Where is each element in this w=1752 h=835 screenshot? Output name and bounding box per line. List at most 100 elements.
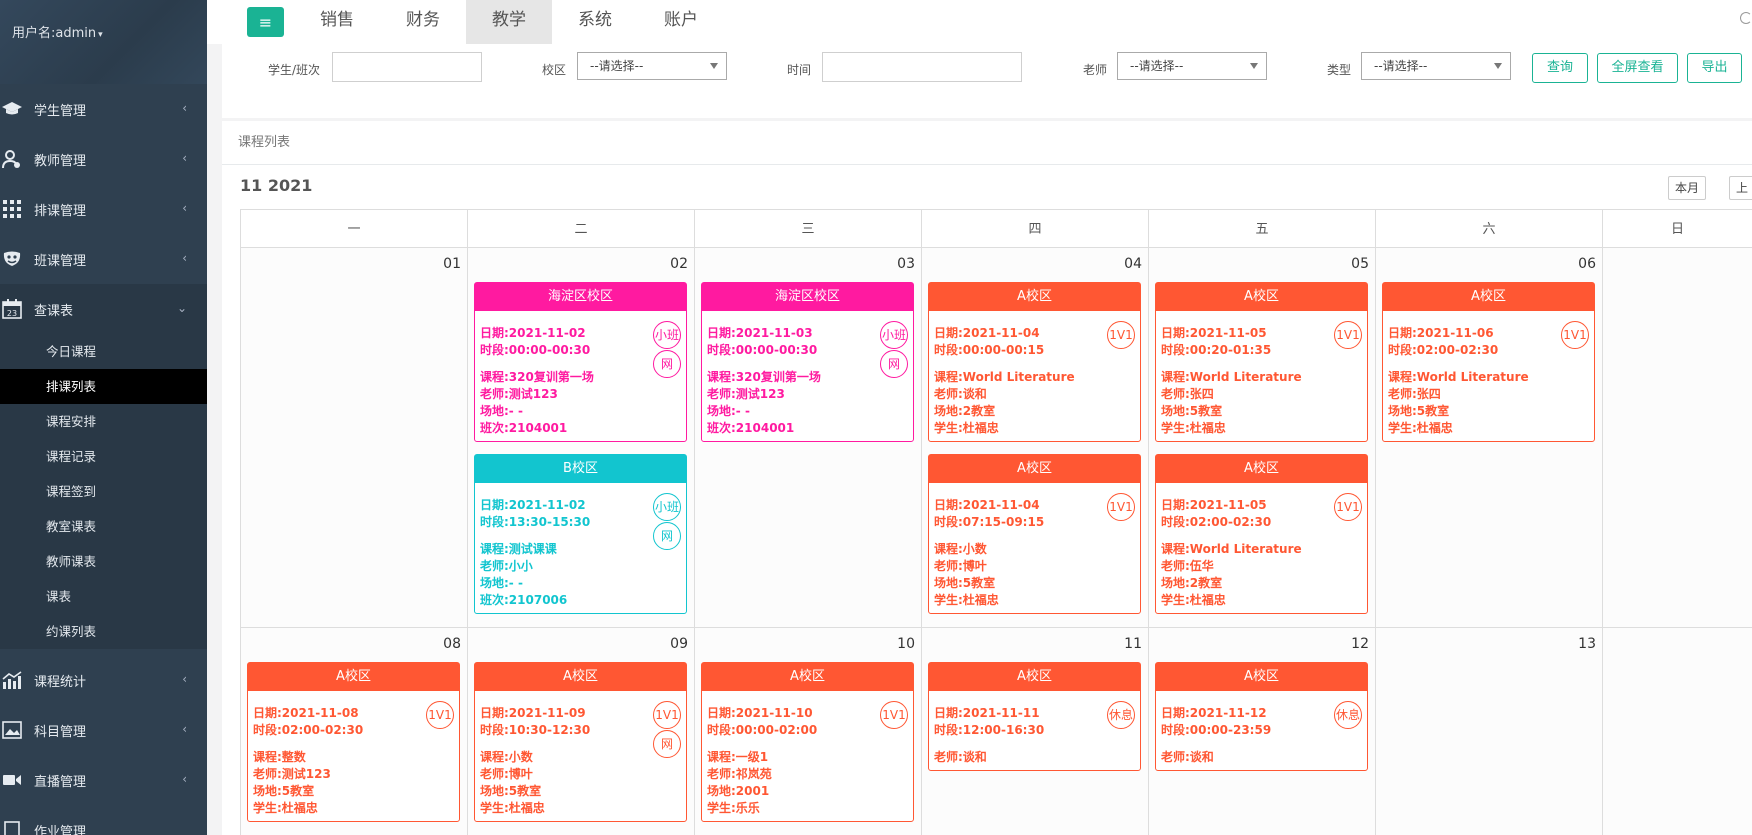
event-time: 时段:02:00-02:30: [1388, 343, 1499, 357]
event-teacher: 老师:小小: [480, 559, 533, 573]
export-button[interactable]: 导出: [1687, 53, 1742, 83]
day-cell[interactable]: 13: [1375, 628, 1602, 835]
submenu-item-schedule[interactable]: 课表: [0, 579, 207, 614]
tab-account[interactable]: 账户: [638, 0, 724, 44]
time-input[interactable]: [822, 52, 1022, 82]
sidebar-item-label: 课程统计: [34, 674, 87, 690]
event-card[interactable]: A校区 日期:2021-11-10 时段:00:00-02:00 课程:一级1 …: [701, 662, 914, 822]
event-venue: 场地:2001: [707, 784, 770, 798]
tab-finance[interactable]: 财务: [380, 0, 466, 44]
campus-select[interactable]: --请选择--: [577, 52, 727, 80]
chevron-left-icon: ‹: [182, 201, 187, 215]
event-card[interactable]: A校区 日期:2021-11-12 时段:00:00-23:59 老师:谈和 休…: [1155, 662, 1368, 771]
this-month-button[interactable]: 本月: [1668, 176, 1706, 200]
event-card[interactable]: A校区 日期:2021-11-11 时段:12:00-16:30 老师:谈和 休…: [928, 662, 1141, 771]
sidebar-item-students[interactable]: 学生管理 ‹: [0, 84, 207, 134]
event-card[interactable]: A校区 日期:2021-11-09 时段:10:30-12:30 课程:小数 老…: [474, 662, 687, 822]
student-class-input[interactable]: [332, 52, 482, 82]
submenu-item-signin[interactable]: 课程签到: [0, 474, 207, 509]
sidebar-item-live[interactable]: 直播管理 ‹: [0, 755, 207, 805]
event-card[interactable]: A校区 日期:2021-11-04 时段:07:15-09:15 课程:小数 老…: [928, 454, 1141, 614]
submenu-item-teacher-schedule[interactable]: 教师课表: [0, 544, 207, 579]
event-rest-badge: 休息: [1107, 701, 1135, 729]
event-card[interactable]: A校区 日期:2021-11-05 时段:02:00-02:30 课程:Worl…: [1155, 454, 1368, 614]
menu-toggle-button[interactable]: ≡: [247, 7, 284, 37]
day-number: 12: [1351, 636, 1369, 652]
chevron-down-icon: ⌄: [176, 301, 187, 315]
event-venue: 场地:2教室: [1161, 576, 1223, 590]
teacher-select-value: --请选择--: [1130, 59, 1184, 73]
submenu-item-today[interactable]: 今日课程: [0, 334, 207, 369]
event-teacher: 老师:谈和: [1161, 750, 1214, 764]
course-list-panel: 课程列表 11 2021 本月 上 一 二 三 四 五 六 日 01 02 03…: [222, 121, 1752, 835]
hamburger-icon: ≡: [258, 12, 273, 32]
sidebar-item-scheduling[interactable]: 排课管理 ‹: [0, 184, 207, 234]
user-menu[interactable]: 用户名:admin ▾: [0, 0, 207, 84]
query-button[interactable]: 查询: [1532, 53, 1588, 83]
tab-sales[interactable]: 销售: [294, 0, 380, 44]
event-type-badge: 小班: [880, 321, 908, 349]
event-campus: 海淀区校区: [475, 283, 686, 311]
event-type-badge: 1V1: [653, 701, 681, 729]
submenu-item-schedule-list[interactable]: 排课列表: [0, 369, 207, 404]
event-type-badge: 1V1: [880, 701, 908, 729]
event-teacher: 老师:博叶: [934, 559, 987, 573]
event-card[interactable]: 海淀区校区 日期:2021-11-03 时段:00:00-00:30 课程:32…: [701, 282, 914, 442]
day-cell[interactable]: [1602, 248, 1752, 628]
event-extra: 学生:杜福忠: [1388, 421, 1453, 435]
logout-icon[interactable]: [1740, 12, 1752, 24]
event-teacher: 老师:伍华: [1161, 559, 1214, 573]
event-type-badge: 小班: [653, 493, 681, 521]
top-tabs: 销售 财务 教学 系统 账户: [294, 0, 724, 44]
event-extra: 学生:杜福忠: [253, 801, 318, 815]
submenu-item-records[interactable]: 课程记录: [0, 439, 207, 474]
event-card[interactable]: A校区 日期:2021-11-05 时段:00:20-01:35 课程:Worl…: [1155, 282, 1368, 442]
tab-teaching[interactable]: 教学: [466, 0, 552, 44]
type-select-value: --请选择--: [1374, 59, 1428, 73]
event-time: 时段:02:00-02:30: [1161, 515, 1272, 529]
type-label: 类型: [1327, 63, 1352, 77]
campus-select-value: --请选择--: [590, 59, 644, 73]
username-label: 用户名:admin: [12, 26, 97, 41]
submenu-item-classroom-schedule[interactable]: 教室课表: [0, 509, 207, 544]
sidebar-item-teachers[interactable]: 教师管理 ‹: [0, 134, 207, 184]
top-navbar: ≡ 销售 财务 教学 系统 账户: [207, 0, 1752, 44]
fullscreen-button[interactable]: 全屏查看: [1597, 53, 1678, 83]
event-card[interactable]: A校区 日期:2021-11-06 时段:02:00-02:30 课程:Worl…: [1382, 282, 1595, 442]
event-venue: 场地:5教室: [1161, 404, 1223, 418]
event-time: 时段:12:00-16:30: [934, 723, 1045, 737]
dropdown-arrow-icon: [710, 63, 718, 69]
event-teacher: 老师:测试123: [253, 767, 331, 781]
event-time: 时段:00:00-02:00: [707, 723, 818, 737]
day-cell[interactable]: [1602, 628, 1752, 835]
chevron-left-icon: ‹: [182, 251, 187, 265]
event-time: 时段:00:00-23:59: [1161, 723, 1272, 737]
event-campus: A校区: [929, 663, 1140, 691]
sidebar-item-subjects[interactable]: 科目管理 ‹: [0, 705, 207, 755]
submenu-item-bookings[interactable]: 约课列表: [0, 614, 207, 649]
event-card[interactable]: A校区 日期:2021-11-04 时段:00:00-00:15 课程:Worl…: [928, 282, 1141, 442]
event-course: 课程:World Literature: [1388, 370, 1529, 384]
sidebar-item-classes[interactable]: 班课管理 ‹: [0, 234, 207, 284]
day-number: 03: [897, 256, 915, 272]
event-type-badge: 1V1: [1334, 493, 1362, 521]
sidebar-item-label: 直播管理: [34, 774, 87, 790]
sidebar-item-statistics[interactable]: 课程统计 ‹: [0, 655, 207, 705]
teacher-select[interactable]: --请选择--: [1117, 52, 1267, 80]
event-card[interactable]: B校区 日期:2021-11-02 时段:13:30-15:30 课程:测试课课…: [474, 454, 687, 614]
submenu-item-arrangement[interactable]: 课程安排: [0, 404, 207, 439]
day-cell[interactable]: 01: [240, 248, 467, 628]
sidebar-item-homework[interactable]: 作业管理: [0, 805, 207, 835]
event-course: 课程:小数: [934, 542, 987, 556]
type-select[interactable]: --请选择--: [1361, 52, 1511, 80]
event-card[interactable]: A校区 日期:2021-11-08 时段:02:00-02:30 课程:整数 老…: [247, 662, 460, 822]
event-teacher: 老师:张四: [1161, 387, 1214, 401]
sidebar-item-timetable[interactable]: 23 查课表 ⌄: [0, 284, 207, 334]
tab-system[interactable]: 系统: [552, 0, 638, 44]
prev-month-button[interactable]: 上: [1729, 176, 1752, 200]
event-type-badge: 1V1: [426, 701, 454, 729]
day-number: 02: [670, 256, 688, 272]
event-card[interactable]: 海淀区校区 日期:2021-11-02 时段:00:00-00:30 课程:32…: [474, 282, 687, 442]
event-campus: B校区: [475, 455, 686, 483]
event-venue: 场地:5教室: [1388, 404, 1450, 418]
